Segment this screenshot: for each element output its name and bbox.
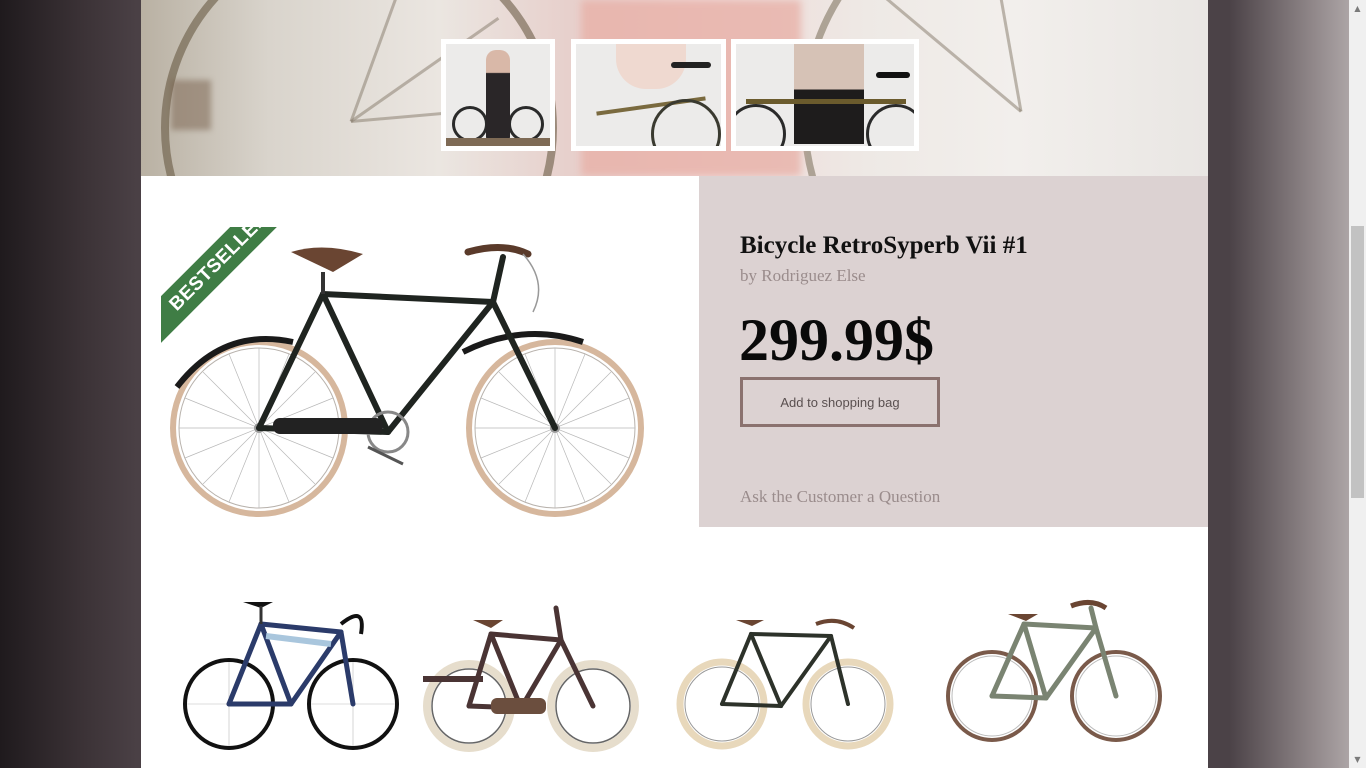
product-title: Bicycle RetroSyperb Vii #1 [740, 232, 1028, 259]
thumbnail-image [736, 44, 914, 146]
frame [256, 254, 558, 435]
add-to-bag-button[interactable]: Add to shopping bag [740, 377, 940, 427]
thumb-handlebar [876, 72, 910, 78]
thumb-handlebar [671, 62, 711, 68]
product-image-area: BESTSELLER [141, 176, 699, 527]
product-bike-image[interactable] [163, 232, 653, 522]
thumb-figure [486, 50, 510, 140]
related-product-green-city-bike[interactable] [946, 594, 1168, 759]
scroll-up-arrow-icon[interactable]: ▲ [1349, 0, 1366, 17]
scroll-down-arrow-icon[interactable]: ▼ [1349, 751, 1366, 768]
hero-saddle [171, 80, 211, 130]
thumb-wheel [866, 104, 914, 146]
thumb-floor [446, 138, 550, 146]
hero-banner [141, 0, 1208, 176]
related-product-black-retro-bike[interactable] [676, 594, 898, 759]
product-author: by Rodriguez Else [740, 266, 866, 285]
thumb-wheel [452, 106, 488, 142]
related-product-brown-city-bike[interactable] [421, 594, 643, 759]
page-shell: BESTSELLER Bicycle RetroSyperb Vii #1 by… [141, 0, 1208, 768]
thumbnail-image [576, 44, 721, 146]
thumb-frame [746, 99, 906, 104]
ask-question-link[interactable]: Ask the Customer a Question [740, 487, 940, 507]
scrollbar-thumb[interactable] [1351, 226, 1364, 498]
thumb-wheel [736, 104, 786, 146]
thumbnail-image [446, 44, 550, 146]
thumb-wheel [508, 106, 544, 142]
vertical-scrollbar[interactable]: ▲ ▼ [1349, 0, 1366, 768]
gallery-thumbnail-3[interactable] [731, 39, 919, 151]
thumb-figure [794, 44, 864, 144]
gallery-thumbnail-2[interactable] [571, 39, 726, 151]
product-price: 299.99$ [739, 307, 934, 373]
related-product-road-bike[interactable] [181, 594, 403, 759]
gallery-thumbnail-1[interactable] [441, 39, 555, 151]
product-info-panel: Bicycle RetroSyperb Vii #1 by Rodriguez … [699, 176, 1208, 527]
